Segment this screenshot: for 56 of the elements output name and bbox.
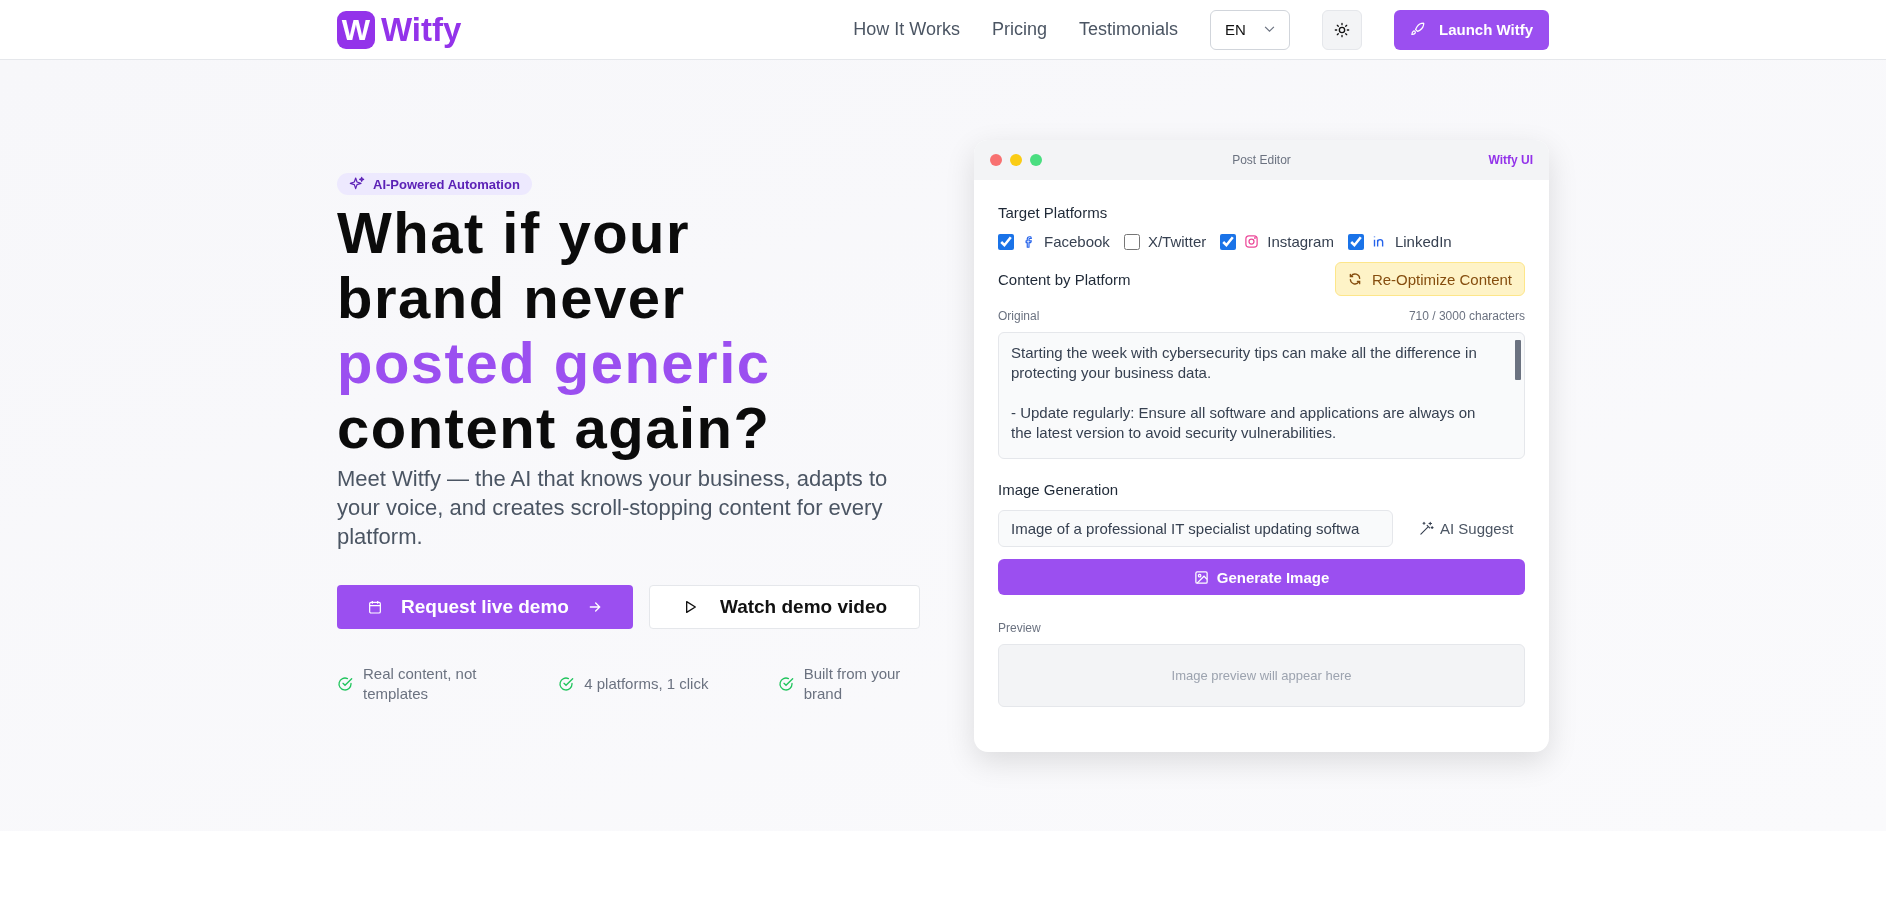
logo-name[interactable]: Witfy	[381, 10, 462, 49]
check-circle-icon	[337, 676, 353, 692]
platform-name: X/Twitter	[1147, 233, 1207, 250]
check-circle-icon	[777, 676, 794, 692]
feature-text: 4 platforms, 1 click	[584, 674, 710, 694]
platform-checkbox[interactable]	[998, 233, 1014, 250]
character-count: 710 / 3000 characters	[1408, 309, 1525, 323]
launch-button[interactable]: Launch Witfy	[1394, 9, 1549, 50]
generate-image-button[interactable]: Generate Image	[998, 559, 1525, 595]
nav-link[interactable]: Testimonials	[1078, 19, 1178, 40]
sun-icon	[1334, 21, 1350, 38]
image-icon	[1193, 569, 1209, 585]
feature-text: Built from your brand	[803, 664, 902, 704]
feature-text: Real content, not templates	[363, 664, 478, 704]
platform-name: LinkedIn	[1394, 233, 1452, 250]
magic-wand-icon	[1419, 521, 1434, 536]
rocket-icon	[1410, 22, 1425, 37]
section-label: Content by Platform	[998, 270, 1131, 288]
nav-link[interactable]: Pricing	[991, 19, 1047, 40]
close-dot[interactable]	[990, 154, 1002, 166]
section-label: Image Generation	[998, 481, 1120, 498]
section-label: Target Platforms	[998, 204, 1109, 221]
field-label: Original	[998, 309, 1040, 323]
watch-video-button[interactable]: Watch demo video	[649, 585, 920, 629]
platform-name: Instagram	[1267, 233, 1334, 250]
sparkle-icon	[349, 176, 365, 192]
language-select[interactable]: EN	[1210, 9, 1290, 50]
headline-line: posted generic	[337, 330, 771, 395]
headline-line: What if your	[337, 200, 691, 265]
nav-link[interactable]: How It Works	[853, 19, 960, 40]
hero-subtitle: Meet Witfy — the AI that knows your business, adapts to your voice, and creates scroll-stopping content for every platform.	[337, 465, 889, 551]
original-text-field[interactable]: Starting the week with cybersecurity tips can make all the difference in protecting your business data. - Update regularly: Ensure all software and applications are always on the latest version to avoid security vulnerabilities.	[998, 332, 1525, 459]
refresh-icon	[1347, 272, 1362, 286]
chevron-icon	[1264, 26, 1275, 33]
platform-checkbox[interactable]	[1220, 233, 1237, 250]
maximize-dot[interactable]	[1030, 154, 1042, 166]
headline-line: content again?	[337, 395, 771, 460]
platform-name: Facebook	[1044, 233, 1110, 250]
re-optimize-button[interactable]: Re-Optimize Content	[1334, 262, 1525, 296]
feature-badge: AI-Powered Automation	[337, 173, 532, 195]
request-demo-button[interactable]: Request live demo	[337, 585, 633, 629]
instagram-icon	[1244, 234, 1260, 249]
check-circle-icon	[558, 676, 575, 692]
window-title: Post Editor	[1232, 153, 1291, 167]
platform-checkbox[interactable]	[1123, 233, 1140, 250]
window-brand: Witfy UI	[1488, 153, 1533, 167]
image-preview-field: Image preview will appear here	[998, 644, 1525, 707]
image-prompt-field[interactable]: Image of a professional IT specialist updating softwa	[998, 510, 1393, 547]
headline-line: brand never	[337, 265, 686, 330]
theme-toggle-button[interactable]	[1322, 9, 1362, 50]
minimize-dot[interactable]	[1010, 154, 1022, 166]
platform-checkbox[interactable]	[1347, 233, 1364, 250]
field-label: Preview	[998, 621, 1042, 635]
ai-suggest-button[interactable]: AI Suggest	[1409, 520, 1524, 537]
calendar-icon	[367, 599, 384, 615]
logo-mark[interactable]: W	[337, 10, 375, 49]
